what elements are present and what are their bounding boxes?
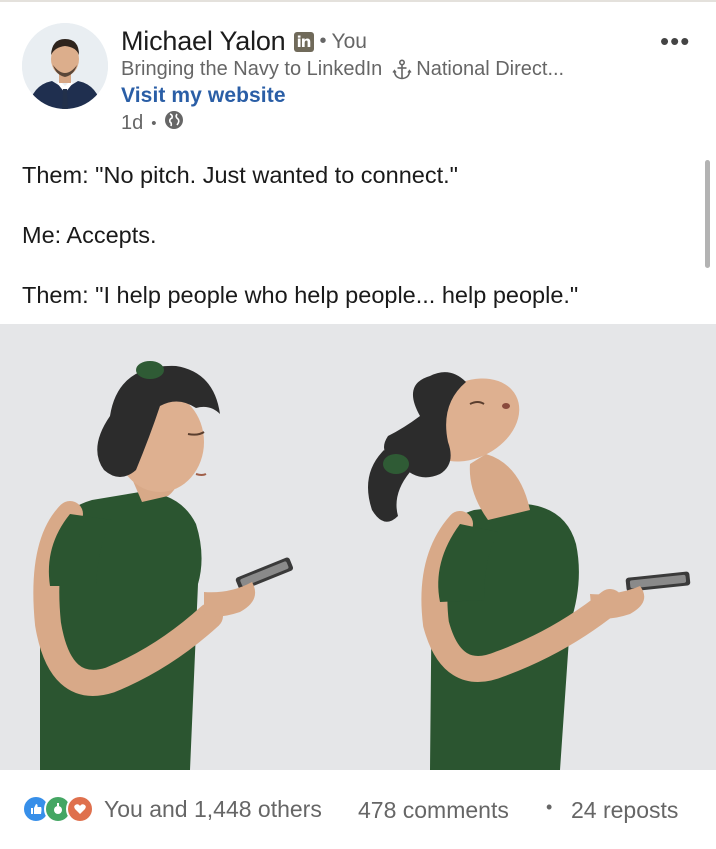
post-body: Them: "No pitch. Just wanted to connect.… xyxy=(22,160,692,340)
headline-text: Bringing the Navy to LinkedIn xyxy=(121,58,383,80)
more-options-icon[interactable]: ••• xyxy=(660,26,690,57)
reposts-link[interactable]: 24 reposts xyxy=(571,797,678,824)
top-divider xyxy=(0,0,716,2)
author-headline: Bringing the Navy to LinkedIn National D… xyxy=(121,58,564,81)
visit-website-link[interactable]: Visit my website xyxy=(121,84,286,108)
linkedin-premium-icon: in xyxy=(293,31,314,52)
post-time: 1d xyxy=(121,111,144,134)
author-name[interactable]: Michael Yalon xyxy=(121,26,286,57)
scrollbar[interactable] xyxy=(705,160,710,268)
comments-link[interactable]: 478 comments xyxy=(358,797,509,824)
post-line: Me: Accepts. xyxy=(22,222,157,248)
reactions-summary[interactable] xyxy=(22,795,94,823)
reactions-count[interactable]: You and 1,448 others xyxy=(104,796,322,823)
separator-dot: • xyxy=(319,30,327,52)
post-line: Them: "No pitch. Just wanted to connect.… xyxy=(22,162,458,188)
anchor-icon xyxy=(392,58,412,81)
love-icon xyxy=(66,795,94,823)
avatar[interactable] xyxy=(22,23,108,109)
post-image[interactable] xyxy=(0,324,716,770)
headline-rest: National Direct... xyxy=(416,58,565,80)
separator-dot: • xyxy=(546,797,553,817)
post-line: Them: "I help people who help people... … xyxy=(22,282,579,308)
separator-dot: • xyxy=(151,114,157,132)
globe-icon xyxy=(164,110,184,136)
relation-label: You xyxy=(331,29,367,53)
